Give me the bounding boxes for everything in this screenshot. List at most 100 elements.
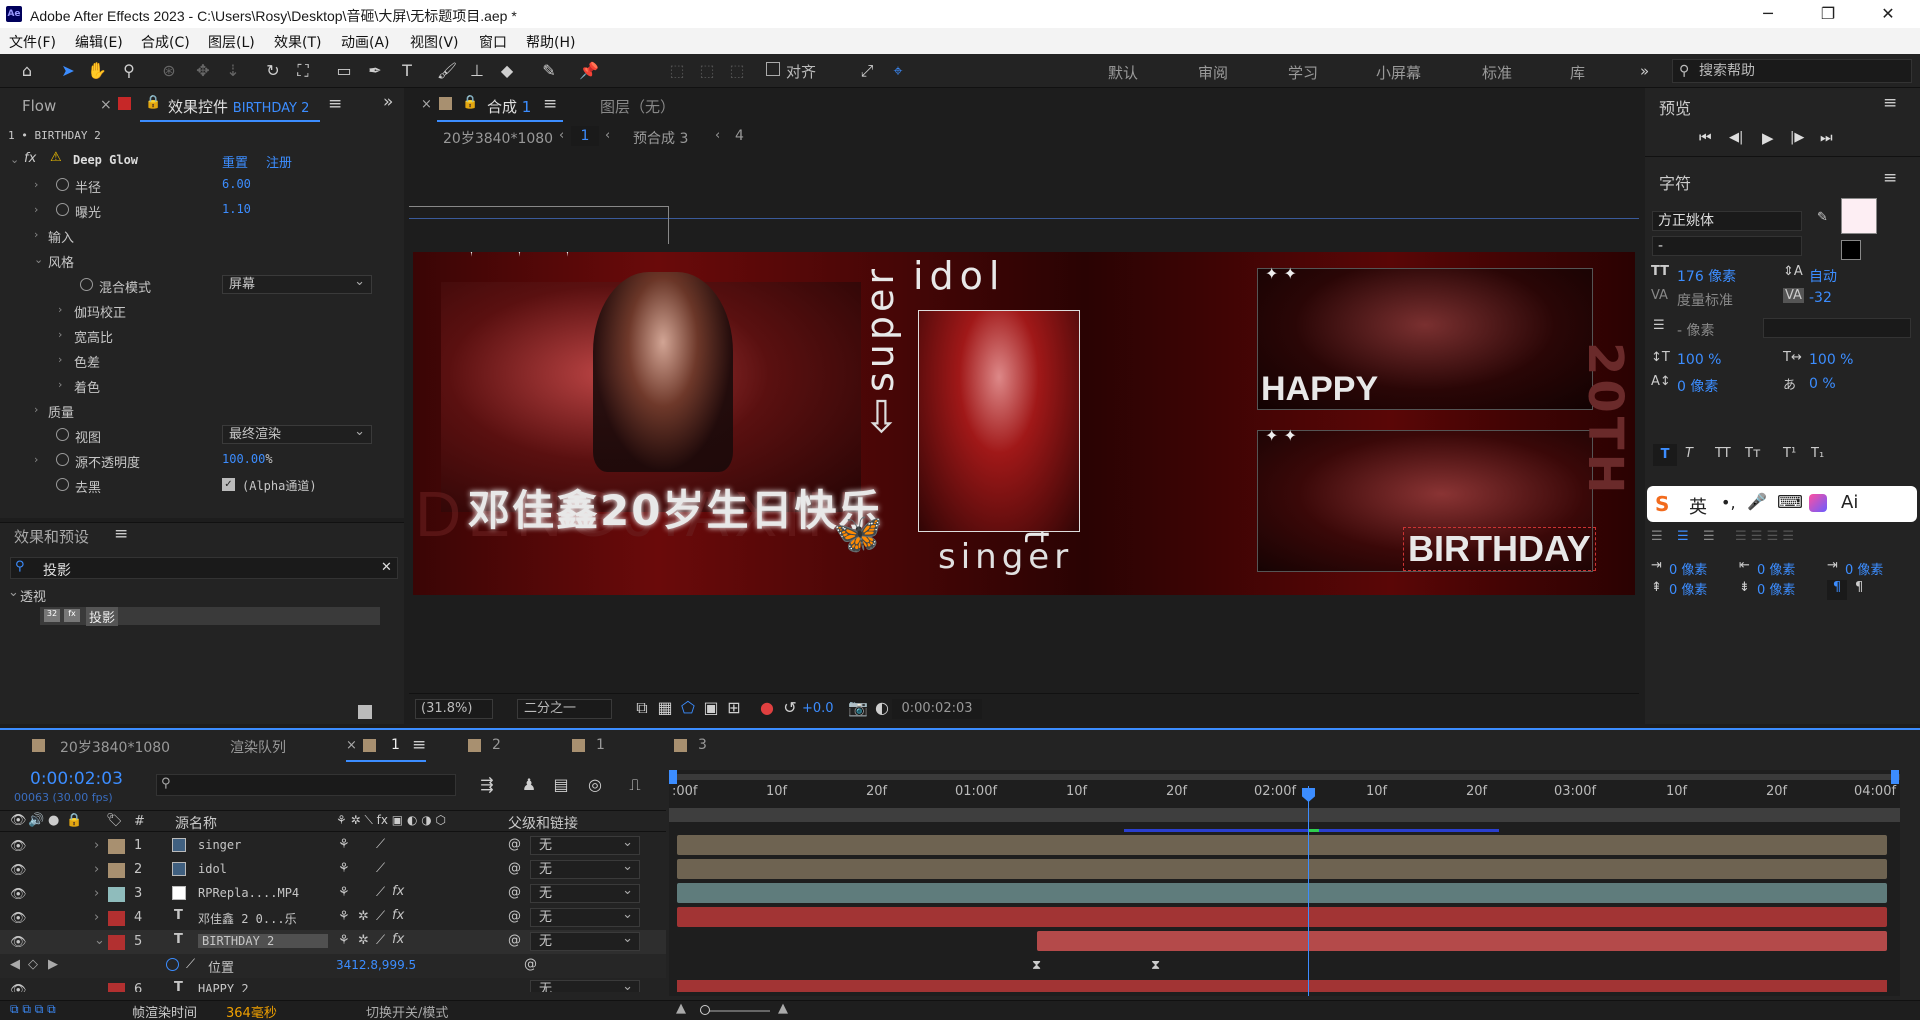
faux-italic-button[interactable]: T — [1685, 446, 1693, 461]
twirl-closed-icon[interactable]: › — [94, 886, 99, 901]
layer-bar-3[interactable] — [677, 883, 1887, 903]
eraser-tool-icon[interactable]: ◆ — [496, 60, 518, 82]
pickwhip-icon[interactable]: @ — [524, 957, 537, 972]
panel-menu-icon[interactable]: ≡ — [1883, 168, 1897, 188]
exposure-value[interactable]: +0.0 — [802, 701, 834, 716]
zoom-out-icon[interactable]: ▲ — [676, 1001, 686, 1016]
label-color-red[interactable] — [108, 911, 125, 926]
visibility-eye-icon[interactable]: 👁 — [10, 839, 27, 854]
tab-flow[interactable]: Flow — [22, 97, 56, 123]
panel-menu-icon[interactable]: ≡ — [114, 524, 128, 544]
zoom-slider[interactable] — [700, 1010, 770, 1012]
zoom-slider-handle[interactable] — [700, 1005, 710, 1015]
graph-editor-icon[interactable]: ⎍ — [624, 774, 646, 796]
group-tint[interactable]: › 着色 — [0, 375, 380, 396]
menu-help[interactable]: 帮助(H) — [526, 32, 575, 52]
group-gamma[interactable]: › 伽玛校正 — [0, 300, 380, 321]
layer-row-1[interactable]: 👁 › 1 singer ⚘ ⟋ @ 无 — [0, 834, 666, 858]
workspace-standard[interactable]: 标准 — [1482, 62, 1512, 83]
menu-file[interactable]: 文件(F) — [9, 32, 56, 52]
faux-bold-button[interactable]: T — [1653, 444, 1677, 466]
puppet-pin-tool-icon[interactable]: 📌 — [578, 60, 600, 82]
reset-link[interactable]: 重置 — [222, 152, 248, 171]
rtl-paragraph-button[interactable]: ¶ — [1855, 580, 1863, 595]
fx-switch-icon[interactable]: fx — [392, 932, 404, 947]
layer-switches-toggle-icon[interactable]: ⧉ ⧉ ⧉ ⧉ — [10, 1002, 56, 1017]
visibility-eye-icon[interactable]: 👁 — [10, 887, 27, 902]
fx-switch-icon[interactable]: fx — [392, 884, 404, 899]
align-right-icon[interactable]: ☰ — [1703, 529, 1715, 544]
workspace-review[interactable]: 审阅 — [1198, 62, 1228, 83]
last-frame-icon[interactable]: ⏭ — [1820, 130, 1833, 146]
small-caps-button[interactable]: Tт — [1745, 446, 1761, 461]
work-area-end-handle[interactable] — [1891, 770, 1899, 784]
dolly-camera-icon[interactable]: ⇣ — [222, 60, 244, 82]
anchor-point-tool-icon[interactable]: ⛶ — [292, 60, 314, 82]
group-style[interactable]: ⌄ 风格 — [0, 250, 380, 271]
channel-rgb-icon[interactable]: ● — [756, 697, 778, 719]
label-color-red[interactable] — [108, 983, 125, 992]
twirl-open-icon[interactable]: ⌄ — [10, 153, 19, 166]
menu-edit[interactable]: 编辑(E) — [75, 32, 123, 52]
vertical-scale-value[interactable]: 100 % — [1677, 352, 1721, 368]
composition-canvas[interactable]: ✦ ✦ ✦ DENGJIAXIN 邓佳鑫20岁生日快乐 🦋 super idol… — [413, 252, 1635, 595]
column-source-name[interactable]: 源名称 — [175, 813, 217, 833]
show-snapshot-icon[interactable]: ◐ — [871, 697, 893, 719]
space-after-value[interactable]: 0 像素 — [1757, 579, 1795, 598]
unmult-checkbox[interactable]: ✓ — [222, 478, 235, 491]
label-color-tan[interactable] — [108, 863, 125, 878]
twirl-closed-icon[interactable]: › — [34, 453, 38, 466]
maximize-button[interactable]: ❐ — [1808, 2, 1848, 26]
prev-frame-icon[interactable]: ◀| — [1729, 130, 1743, 145]
search-help-input[interactable]: ⚲ 搜索帮助 — [1672, 59, 1912, 83]
shy-switch-icon[interactable]: ⚘ — [338, 885, 350, 900]
tsume-value[interactable]: 0 % — [1809, 376, 1836, 392]
all-caps-button[interactable]: TT — [1715, 446, 1731, 461]
label-color-teal[interactable] — [108, 887, 125, 902]
shy-switch-icon[interactable]: ⚘ — [338, 861, 350, 876]
clear-search-icon[interactable]: ✕ — [381, 560, 392, 575]
workspace-default[interactable]: 默认 — [1108, 62, 1138, 83]
group-aspect[interactable]: › 宽高比 — [0, 325, 380, 346]
tab-comp-1[interactable]: 1 — [391, 737, 400, 753]
twirl-closed-icon[interactable]: › — [58, 353, 62, 366]
space-before-value[interactable]: 0 像素 — [1669, 579, 1707, 598]
prev-keyframe-icon[interactable]: ◀ — [10, 957, 20, 972]
pickwhip-icon[interactable]: @ — [508, 837, 521, 852]
home-icon[interactable]: ⌂ — [16, 60, 38, 82]
horizontal-scale-value[interactable]: 100 % — [1809, 352, 1853, 368]
pickwhip-icon[interactable]: @ — [508, 885, 521, 900]
twirl-closed-icon[interactable]: › — [94, 910, 99, 925]
tab-20-comp[interactable]: 20岁3840*1080 — [60, 737, 170, 757]
visibility-eye-icon[interactable]: 👁 — [10, 863, 27, 878]
workspace-libraries[interactable]: 库 — [1570, 62, 1585, 83]
breadcrumb-4[interactable]: 4 — [735, 128, 744, 144]
graph-icon[interactable]: ⟋ — [186, 957, 195, 972]
tab-composition[interactable]: 合成 1 — [487, 96, 531, 117]
kerning-value[interactable]: 度量标准 — [1677, 290, 1733, 310]
leading-value[interactable]: 自动 — [1809, 266, 1837, 286]
layer-row-6[interactable]: 👁 6 T HAPPY 2 无 — [0, 978, 666, 992]
pickwhip-icon[interactable]: @ — [508, 933, 521, 948]
baseline-shift-value[interactable]: 0 像素 — [1677, 376, 1718, 396]
twirl-closed-icon[interactable]: › — [58, 378, 62, 391]
type-tool-icon[interactable]: T — [396, 60, 418, 82]
indent-right-value[interactable]: 0 像素 — [1757, 559, 1795, 578]
ltr-paragraph-button[interactable]: ¶ — [1827, 580, 1847, 600]
blend-mode-select[interactable]: 屏幕 — [222, 273, 372, 294]
mask-visibility-icon[interactable]: ⬠ — [677, 697, 699, 719]
panel-menu-icon[interactable]: ≡ — [1883, 93, 1897, 113]
workspace-learn[interactable]: 学习 — [1288, 62, 1318, 83]
quality-switch-icon[interactable]: ⟋ — [376, 861, 385, 876]
parent-select[interactable]: 无 — [530, 978, 640, 992]
comp-flowchart-icon[interactable]: ⇶ — [476, 774, 498, 796]
fx-icon[interactable]: fx — [24, 151, 36, 166]
twirl-closed-icon[interactable]: › — [34, 403, 38, 416]
ime-ai-button[interactable]: Ai — [1841, 492, 1858, 513]
ime-voice-icon[interactable]: 🎤 — [1747, 492, 1767, 511]
roto-brush-tool-icon[interactable]: ✎ — [538, 60, 560, 82]
quality-switch-icon[interactable]: ⟋ — [376, 885, 385, 900]
world-axis-icon[interactable]: ⬚ — [696, 60, 718, 82]
menu-effect[interactable]: 效果(T) — [274, 32, 321, 52]
column-parent[interactable]: 父级和链接 — [508, 813, 578, 833]
